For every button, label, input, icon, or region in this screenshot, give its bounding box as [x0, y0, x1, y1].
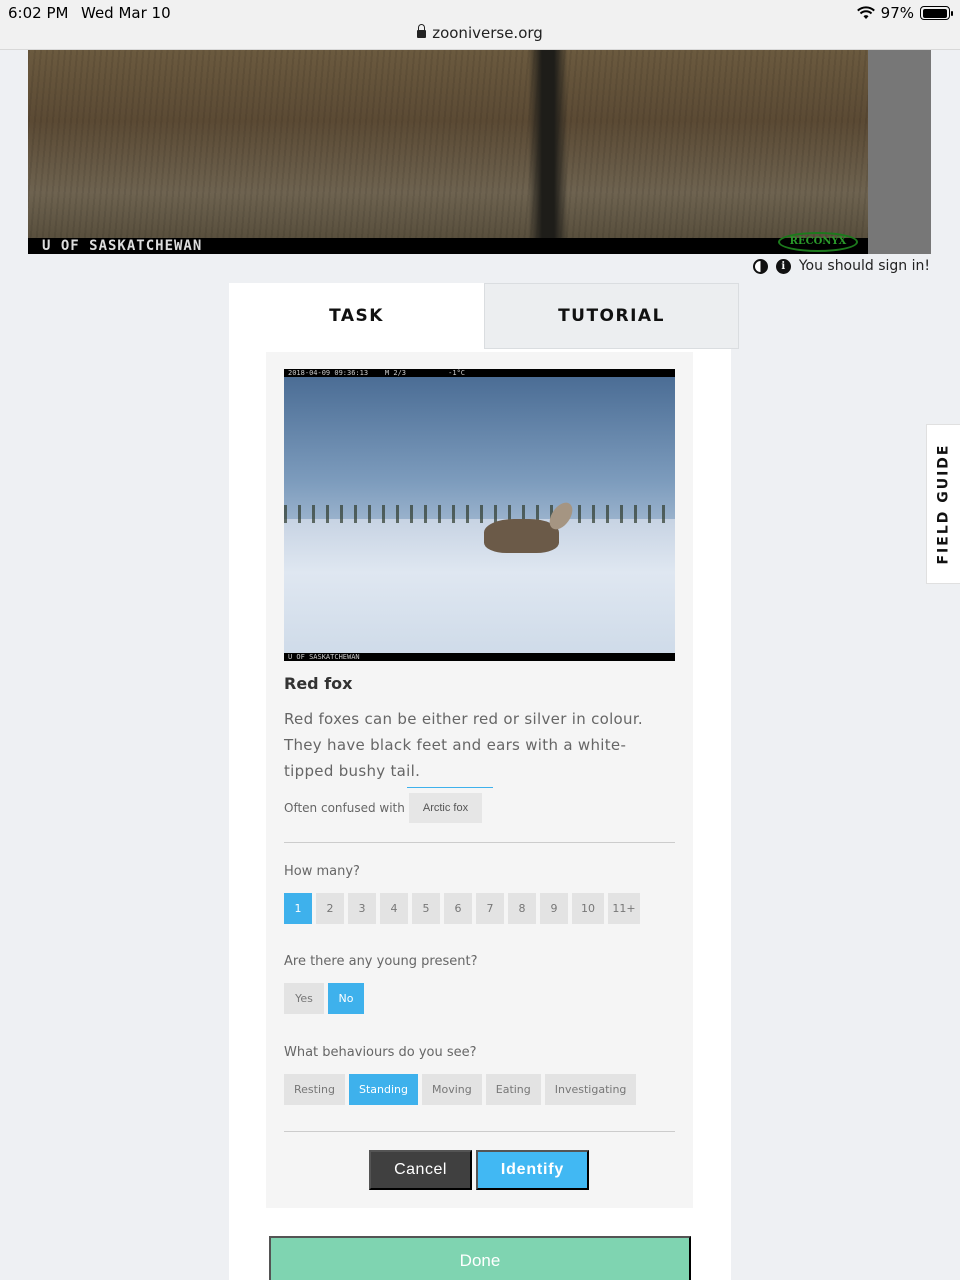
identify-button[interactable]: Identify [476, 1150, 589, 1190]
pole-shadow [528, 50, 568, 254]
cancel-button[interactable]: Cancel [369, 1150, 472, 1190]
species-description: Red foxes can be either red or silver in… [284, 710, 644, 780]
subject-viewer-toolbar [868, 50, 931, 254]
status-bar: 6:02 PM Wed Mar 10 97% zooniverse.org [0, 0, 960, 50]
young-present-options: Yes No [284, 983, 364, 1014]
lock-icon [417, 24, 427, 38]
young-no-option[interactable]: No [328, 983, 364, 1014]
photo-header: 2018-04-09 09:36:13 M 2/3 -1°C [284, 369, 675, 377]
confused-with-button[interactable]: Arctic fox [406, 787, 494, 823]
count-option[interactable]: 7 [476, 893, 504, 924]
status-indicators: 97% [856, 4, 953, 22]
field-guide-tab[interactable]: FIELD GUIDE [926, 424, 960, 584]
subject-image-caption: U OF SASKATCHEWAN [42, 238, 203, 254]
tab-task[interactable]: TASK [229, 283, 484, 349]
confused-with-row: Often confused with Arctic fox [284, 787, 494, 823]
how-many-label: How many? [284, 864, 360, 879]
species-photo: 2018-04-09 09:36:13 M 2/3 -1°C U OF SASK… [284, 369, 675, 661]
reconyx-logo: RECONYX [778, 232, 858, 252]
status-date: Wed Mar 10 [81, 4, 171, 22]
count-option[interactable]: 3 [348, 893, 376, 924]
signin-row: i You should sign in! [752, 258, 930, 274]
count-option[interactable]: 4 [380, 893, 408, 924]
subject-image[interactable]: U OF SASKATCHEWAN RECONYX [28, 50, 868, 254]
count-option[interactable]: 5 [412, 893, 440, 924]
wifi-icon [856, 6, 875, 19]
task-tabs: TASK TUTORIAL [229, 283, 739, 349]
count-option[interactable]: 10 [572, 893, 604, 924]
count-option[interactable]: 1 [284, 893, 312, 924]
count-option[interactable]: 8 [508, 893, 536, 924]
battery-fill [922, 8, 947, 18]
identify-actions: Cancel Identify [369, 1150, 589, 1190]
confused-with-label: Often confused with [284, 801, 405, 815]
species-panel: 2018-04-09 09:36:13 M 2/3 -1°C U OF SASK… [266, 352, 693, 1208]
info-icon[interactable]: i [775, 258, 791, 274]
status-time: 6:02 PM [8, 4, 69, 22]
count-option[interactable]: 9 [540, 893, 568, 924]
count-option[interactable]: 6 [444, 893, 472, 924]
photo-snow [284, 519, 675, 653]
photo-caption: U OF SASKATCHEWAN [284, 653, 675, 661]
photo-treeline [284, 505, 675, 523]
divider [284, 842, 675, 843]
behaviour-option-standing[interactable]: Standing [348, 1074, 418, 1105]
contrast-icon[interactable] [752, 258, 768, 274]
behaviour-option-investigating[interactable]: Investigating [544, 1074, 637, 1105]
url-text: zooniverse.org [432, 24, 543, 42]
tab-tutorial[interactable]: TUTORIAL [484, 283, 739, 349]
young-yes-option[interactable]: Yes [284, 983, 324, 1014]
how-many-options: 1 2 3 4 5 6 7 8 9 10 11+ [284, 893, 640, 924]
battery-percent: 97% [880, 4, 914, 22]
behaviours-options: Resting Standing Moving Eating Investiga… [284, 1074, 637, 1105]
field-guide-label: FIELD GUIDE [935, 443, 952, 565]
battery-icon [920, 6, 953, 20]
behaviour-option-eating[interactable]: Eating [485, 1074, 541, 1105]
behaviours-label: What behaviours do you see? [284, 1045, 477, 1060]
address-bar[interactable]: zooniverse.org [0, 24, 960, 42]
count-option[interactable]: 2 [316, 893, 344, 924]
divider [284, 1131, 675, 1132]
species-name: Red fox [284, 674, 353, 693]
count-option[interactable]: 11+ [608, 893, 640, 924]
behaviour-option-resting[interactable]: Resting [284, 1074, 345, 1105]
task-card: TASK TUTORIAL 2018-04-09 09:36:13 M 2/3 … [229, 283, 739, 1280]
fox-figure [484, 519, 559, 553]
signin-message: You should sign in! [798, 258, 930, 274]
behaviour-option-moving[interactable]: Moving [422, 1074, 482, 1105]
done-button[interactable]: Done [269, 1236, 691, 1280]
young-present-label: Are there any young present? [284, 954, 478, 969]
